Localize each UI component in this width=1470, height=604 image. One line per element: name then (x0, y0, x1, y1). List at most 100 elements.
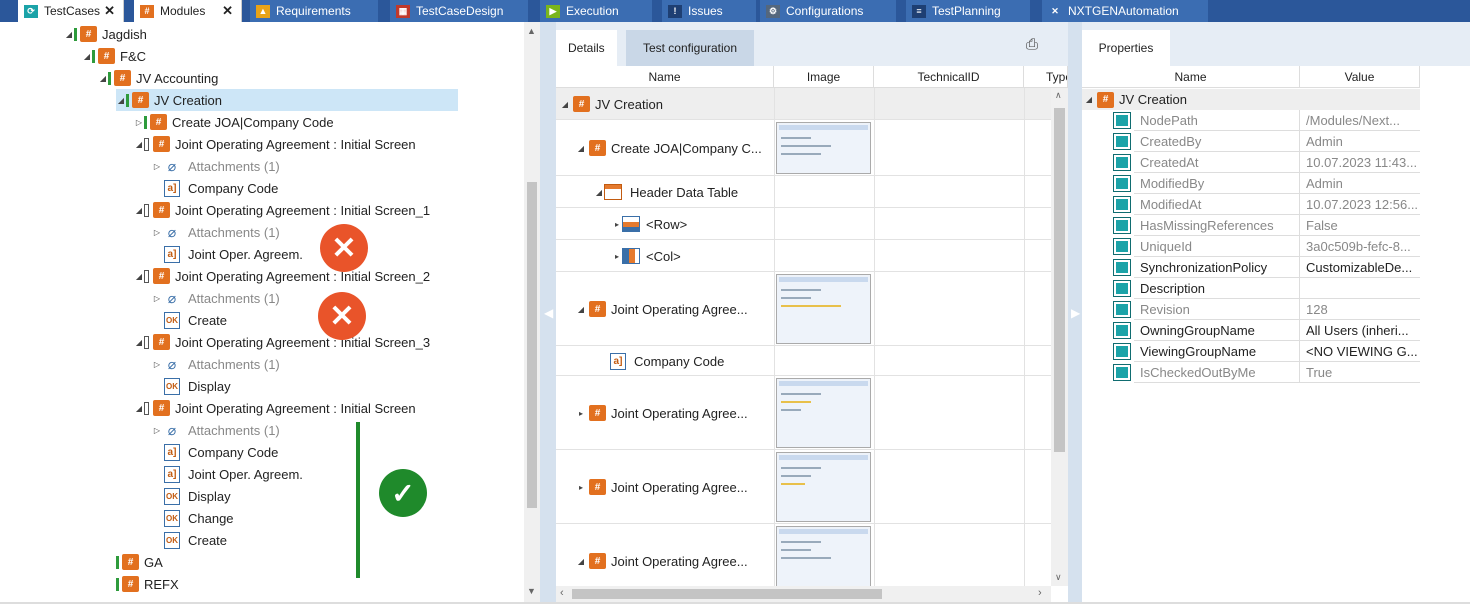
property-row[interactable]: NodePath/Modules/Next... (1113, 110, 1420, 131)
property-value[interactable] (1300, 278, 1420, 299)
property-row[interactable]: UniqueId 3a0c509b-fefc-8... (1113, 236, 1420, 257)
expand-arrow-icon[interactable]: ▸ (576, 409, 586, 418)
collapse-left-arrow-icon[interactable]: ◀ (544, 306, 553, 320)
scroll-up-arrow-icon[interactable]: ∧ (1055, 90, 1062, 101)
scroll-thumb[interactable] (572, 589, 882, 599)
tree-node[interactable]: ▷ ⌀ Attachments (1) (152, 155, 280, 177)
collapse-arrow-icon[interactable]: ◢ (594, 188, 604, 197)
tree-node[interactable]: a] Company Code (162, 177, 278, 199)
tab-nxtgenautomation[interactable]: ✕ NXTGENAutomation (1042, 0, 1208, 22)
tree-node[interactable]: ◢ # JV Accounting (98, 67, 218, 89)
tree-node[interactable]: OK Create (162, 309, 227, 331)
scroll-right-arrow-icon[interactable]: › (1038, 587, 1042, 599)
tab-requirements[interactable]: ▲ Requirements (250, 0, 378, 22)
grid-vertical-scrollbar[interactable]: ∧ ∨ (1051, 88, 1068, 586)
right-splitter[interactable]: ▶ (1068, 22, 1082, 602)
tree-scrollbar[interactable]: ▲ ▼ (524, 22, 540, 602)
grid-row[interactable]: ▸ # Joint Operating Agree... (556, 376, 1051, 450)
screenshot-thumbnail[interactable] (776, 274, 871, 344)
tab-test-configuration[interactable]: Test configuration (626, 30, 754, 66)
property-value[interactable]: CustomizableDe... (1300, 257, 1420, 278)
close-icon[interactable]: ✕ (104, 3, 115, 19)
column-header-image[interactable]: Image (774, 66, 874, 88)
property-value[interactable]: 10.07.2023 11:43... (1300, 152, 1420, 173)
collapse-arrow-icon[interactable]: ◢ (134, 404, 144, 413)
tree-node[interactable]: a] Joint Oper. Agreem. (162, 243, 303, 265)
tree-node[interactable]: ◢ # Jagdish (64, 23, 147, 45)
property-row[interactable]: HasMissingReferences False (1113, 215, 1420, 236)
tab-details[interactable]: Details (556, 30, 617, 66)
grid-row[interactable]: ◢ # Create JOA|Company C... (556, 120, 1051, 176)
scroll-thumb[interactable] (527, 182, 537, 508)
tab-issues[interactable]: ! Issues (662, 0, 756, 22)
tree-node[interactable]: ◢ # Joint Operating Agreement : Initial Sc… (134, 397, 416, 419)
expand-arrow-icon[interactable]: ▷ (152, 162, 162, 171)
close-icon[interactable]: ✕ (222, 3, 233, 19)
collapse-right-arrow-icon[interactable]: ▶ (1071, 306, 1080, 320)
column-header-type[interactable]: Type (1024, 66, 1068, 88)
scroll-thumb[interactable] (1054, 108, 1065, 452)
property-value[interactable]: /Modules/Next... (1300, 110, 1420, 131)
property-value[interactable]: <NO VIEWING G... (1300, 341, 1420, 362)
property-value[interactable]: Admin (1300, 131, 1420, 152)
property-row[interactable]: Revision 128 (1113, 299, 1420, 320)
screenshot-thumbnail[interactable] (776, 452, 871, 522)
property-row[interactable]: ModifiedAt 10.07.2023 12:56... (1113, 194, 1420, 215)
collapse-arrow-icon[interactable]: ◢ (576, 557, 586, 566)
expand-arrow-icon[interactable]: ▸ (576, 483, 586, 492)
screenshot-thumbnail[interactable] (776, 526, 871, 588)
collapse-arrow-icon[interactable]: ◢ (576, 305, 586, 314)
property-value[interactable]: 10.07.2023 12:56... (1300, 194, 1420, 215)
column-header-name[interactable]: Name (556, 66, 774, 88)
expand-arrow-icon[interactable]: ▷ (134, 118, 144, 127)
tree-node[interactable]: ▷ # Create JOA|Company Code (134, 111, 334, 133)
grid-horizontal-scrollbar[interactable]: ‹ › (556, 586, 1051, 602)
scroll-down-arrow-icon[interactable]: ∨ (1055, 572, 1062, 583)
property-row[interactable]: OwningGroupName All Users (inheri... (1113, 320, 1420, 341)
tab-configurations[interactable]: ⚙ Configurations (760, 0, 896, 22)
scroll-up-arrow-icon[interactable]: ▲ (527, 26, 536, 36)
tree-node[interactable]: # GA (106, 551, 163, 573)
collapse-arrow-icon[interactable]: ◢ (98, 74, 108, 83)
property-value[interactable]: True (1300, 362, 1420, 383)
expand-arrow-icon[interactable]: ▷ (152, 360, 162, 369)
property-row[interactable]: CreatedAt 10.07.2023 11:43... (1113, 152, 1420, 173)
column-header-technicalid[interactable]: TechnicalID (874, 66, 1024, 88)
grid-row[interactable]: ◢ # JV Creation (556, 88, 1051, 120)
tab-testplanning[interactable]: ≡ TestPlanning (906, 0, 1030, 22)
scroll-left-arrow-icon[interactable]: ‹ (560, 587, 564, 599)
tab-testcases[interactable]: ⟳ TestCases ✕ (18, 0, 124, 22)
collapse-arrow-icon[interactable]: ◢ (1084, 95, 1094, 104)
column-header-name[interactable]: Name (1082, 66, 1300, 88)
property-row[interactable]: IsCheckedOutByMe True (1113, 362, 1420, 383)
grid-row[interactable]: ◢ # Joint Operating Agree... (556, 524, 1051, 588)
expand-arrow-icon[interactable]: ▸ (612, 252, 622, 261)
grid-row[interactable]: ◢ # Joint Operating Agree... (556, 272, 1051, 346)
grid-row[interactable]: ▸ <Col> (556, 240, 1051, 272)
tree-node[interactable]: OK Display (162, 485, 231, 507)
property-value[interactable]: 128 (1300, 299, 1420, 320)
tree-node[interactable]: ◢ # F&C (82, 45, 146, 67)
tree-node[interactable]: ◢ # Joint Operating Agreement : Initial Sc… (134, 265, 430, 287)
expand-arrow-icon[interactable]: ▸ (612, 220, 622, 229)
tab-modules[interactable]: # Modules ✕ (134, 0, 242, 22)
grid-row[interactable]: ▸ # Joint Operating Agree... (556, 450, 1051, 524)
grid-row[interactable]: a] Company Code (556, 346, 1051, 376)
tree-node[interactable]: ▷ ⌀ Attachments (1) (152, 287, 280, 309)
print-icon[interactable]: ⎙ (1026, 36, 1038, 53)
tree-node[interactable]: ◢ # Joint Operating Agreement : Initial Sc… (134, 331, 430, 353)
collapse-arrow-icon[interactable]: ◢ (64, 30, 74, 39)
expand-arrow-icon[interactable]: ▷ (152, 294, 162, 303)
tree-node[interactable]: OK Create (162, 529, 227, 551)
tree-node[interactable]: ▷ ⌀ Attachments (1) (152, 221, 280, 243)
screenshot-thumbnail[interactable] (776, 378, 871, 448)
tree-node[interactable]: a] Joint Oper. Agreem. (162, 463, 303, 485)
expand-arrow-icon[interactable]: ▷ (152, 426, 162, 435)
grid-row[interactable]: ◢ Header Data Table (556, 176, 1051, 208)
collapse-arrow-icon[interactable]: ◢ (134, 272, 144, 281)
tree-node[interactable]: ▷ ⌀ Attachments (1) (152, 419, 280, 441)
collapse-arrow-icon[interactable]: ◢ (134, 338, 144, 347)
collapse-arrow-icon[interactable]: ◢ (134, 206, 144, 215)
tree-node[interactable]: OK Display (162, 375, 231, 397)
tree-node[interactable]: a] Company Code (162, 441, 278, 463)
